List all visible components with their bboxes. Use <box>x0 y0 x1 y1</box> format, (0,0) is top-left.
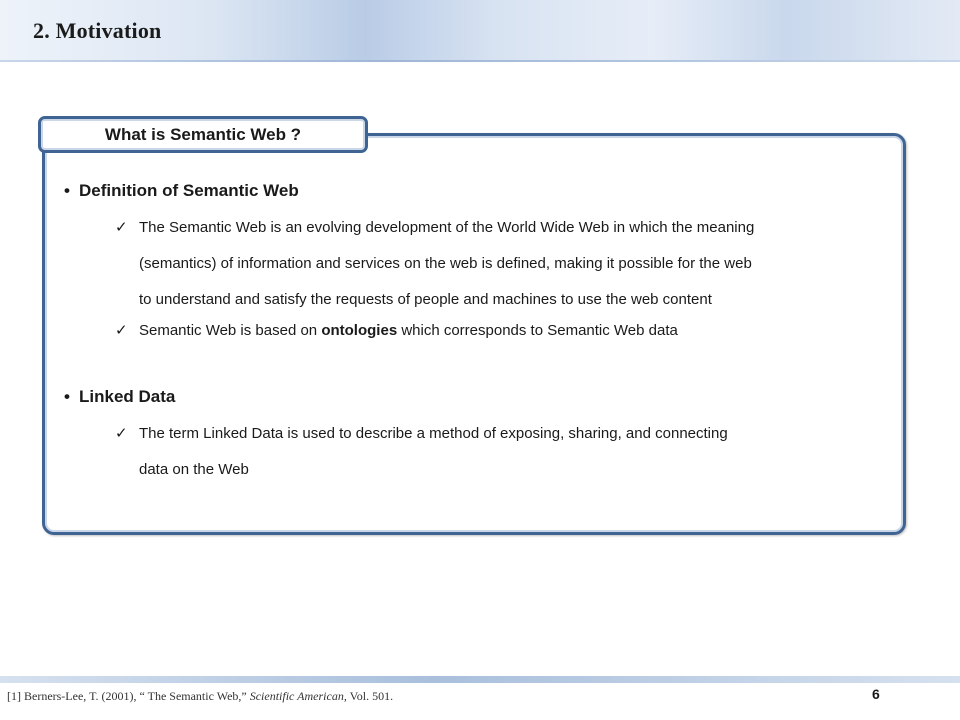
bullet-dot: • <box>64 387 70 406</box>
checkmark-icon: ✓ <box>115 219 128 236</box>
checkmark-icon: ✓ <box>115 322 128 339</box>
list-item-linked-data: ✓ The term Linked Data is used to descri… <box>115 416 905 488</box>
section-heading-linked-data: • Linked Data <box>64 387 175 407</box>
emphasis-text: ontologies <box>321 322 398 339</box>
list-item-ontologies: ✓ Semantic Web is based on ontologies wh… <box>115 313 905 349</box>
section-heading-label: Linked Data <box>79 387 176 406</box>
section-heading-label: Definition of Semantic Web <box>79 181 299 200</box>
list-item-line: The term Linked Data is used to describe… <box>139 425 728 442</box>
text-before: Semantic Web is based on <box>139 322 322 339</box>
footnote-reference: [1] Berners-Lee, T. (2001), “ The Semant… <box>7 689 393 704</box>
page-number: 6 <box>872 686 880 702</box>
list-item-line: data on the Web <box>139 461 249 478</box>
slide-title: 2. Motivation <box>33 18 162 43</box>
checkmark-icon: ✓ <box>115 425 128 442</box>
bullet-dot: • <box>64 181 70 200</box>
list-item-definition: ✓ The Semantic Web is an evolving develo… <box>115 210 905 318</box>
footnote-journal: Scientific American <box>249 689 344 703</box>
section-heading-definition: • Definition of Semantic Web <box>64 181 299 201</box>
footnote-prefix: [1] Berners-Lee, T. (2001), “ The Semant… <box>7 689 250 703</box>
text-after: which corresponds to Semantic Web data <box>397 322 678 339</box>
footer-divider <box>0 676 960 683</box>
list-item-line: Semantic Web is based on ontologies whic… <box>139 313 905 349</box>
list-item-line: The Semantic Web is an evolving developm… <box>139 219 755 236</box>
panel-tab-title: What is Semantic Web ? <box>38 116 368 153</box>
list-item-line: (semantics) of information and services … <box>139 255 752 272</box>
footnote-suffix: , Vol. 501. <box>343 689 394 703</box>
